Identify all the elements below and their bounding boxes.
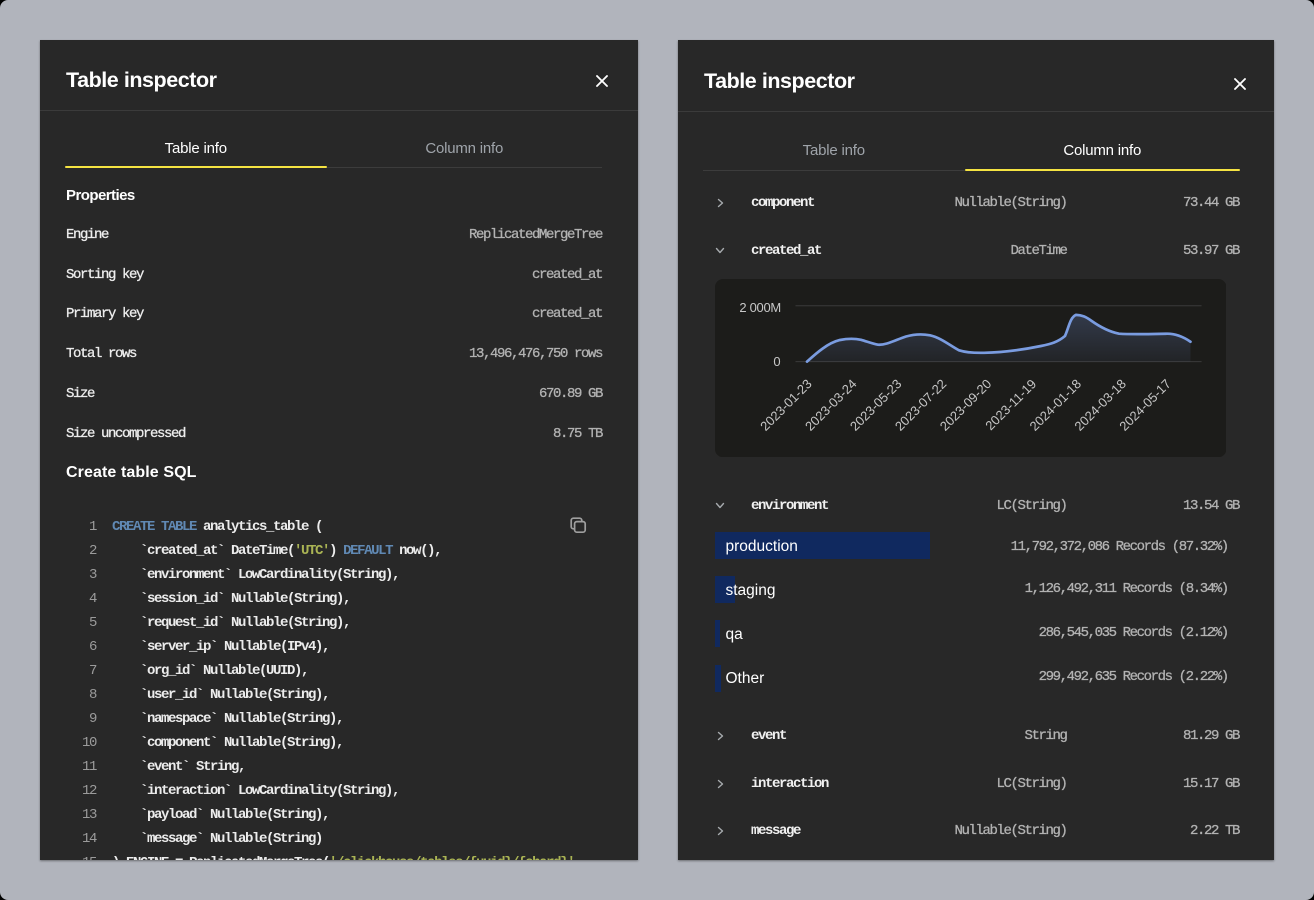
svg-text:2 000M: 2 000M <box>739 300 781 315</box>
svg-text:0: 0 <box>773 353 780 368</box>
